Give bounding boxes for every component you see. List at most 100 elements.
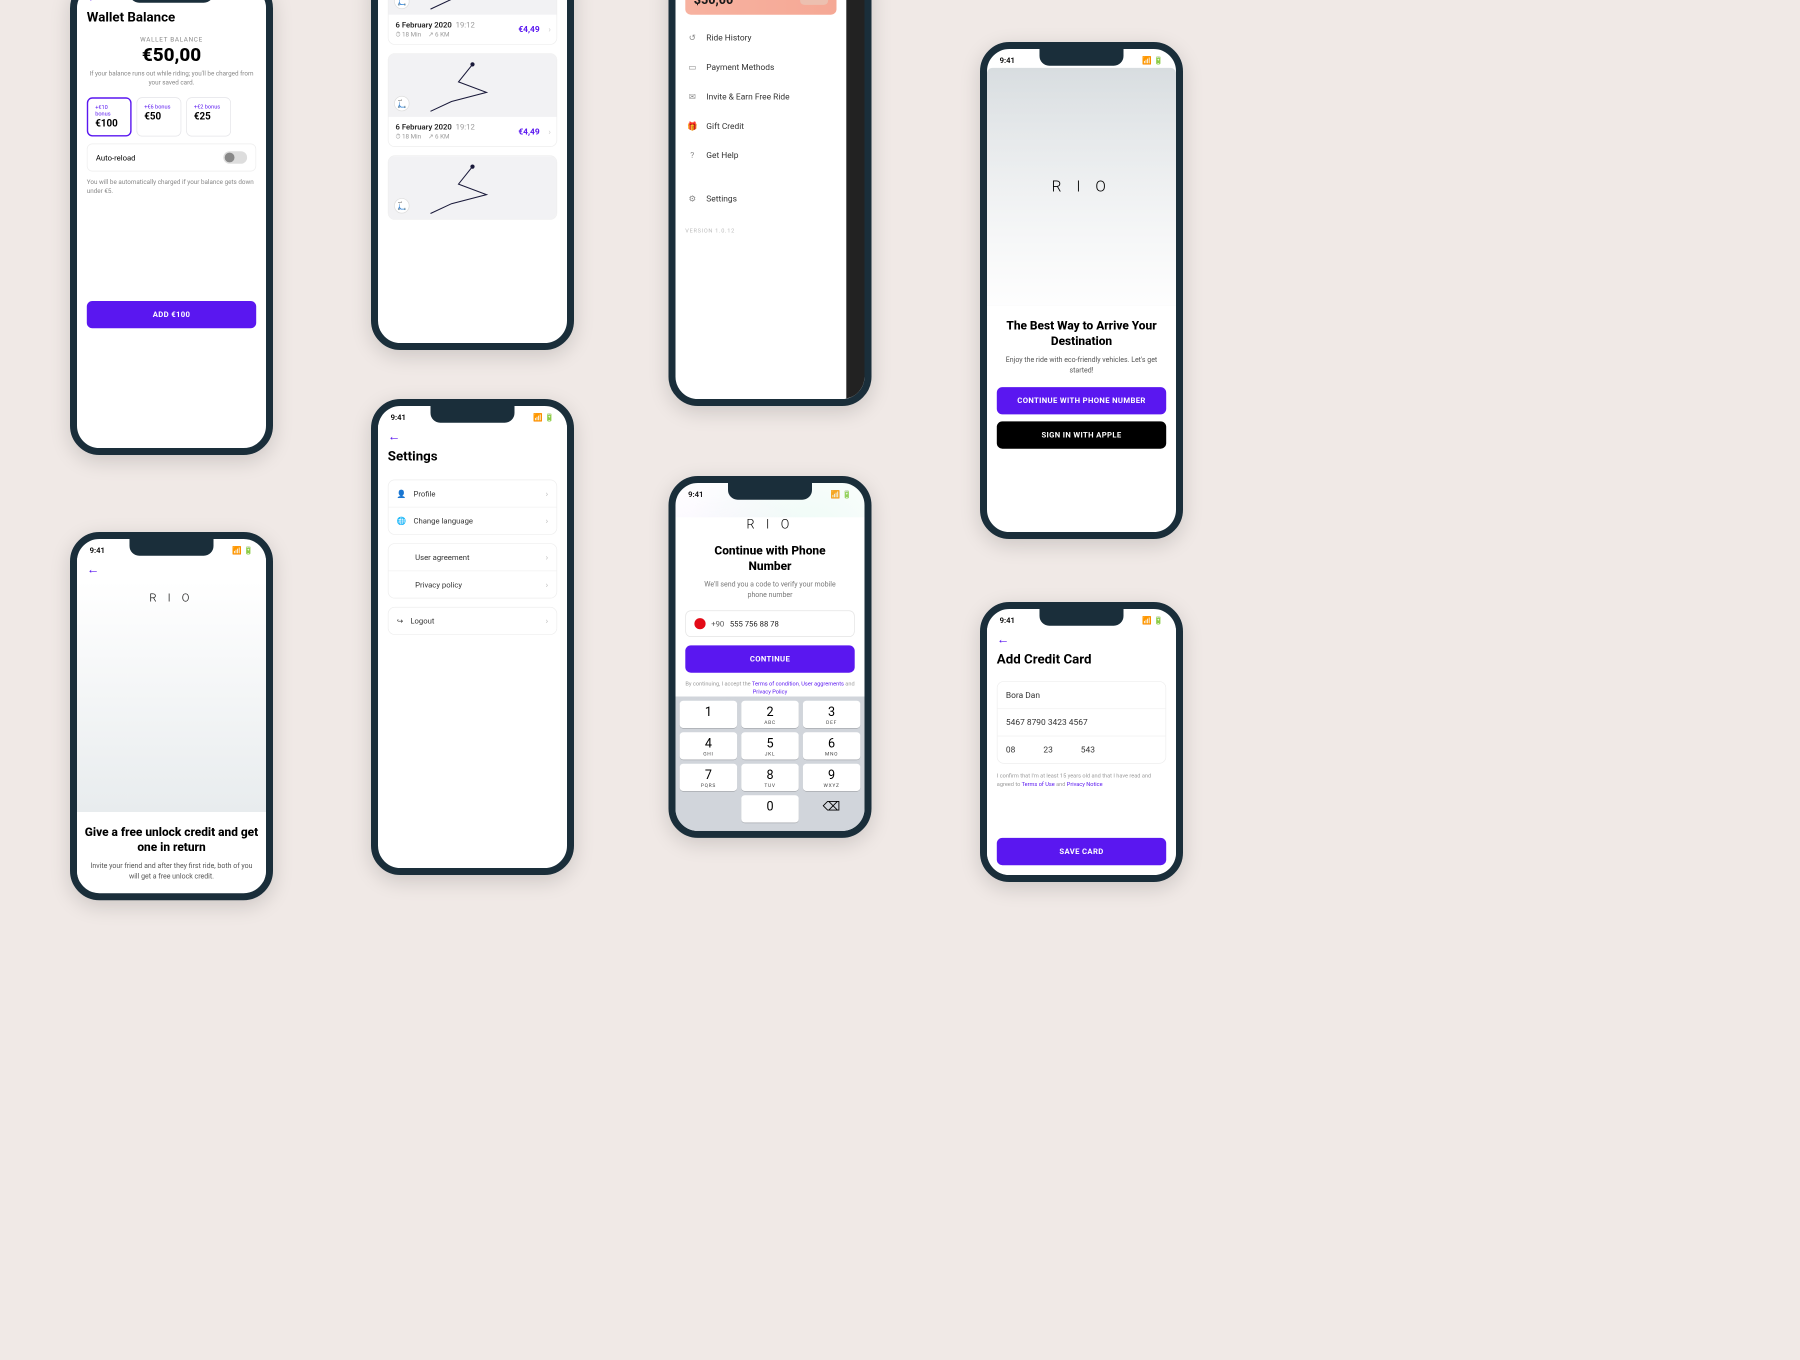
balance-note: If your balance runs out while riding; y… bbox=[87, 70, 256, 88]
menu-help[interactable]: ?Get Help bbox=[685, 140, 836, 169]
history-icon: ↺ bbox=[687, 32, 698, 43]
continue-button[interactable]: CONTINUE bbox=[685, 646, 854, 673]
page-title: Settings bbox=[388, 448, 557, 464]
card-month-field[interactable]: 08 bbox=[1006, 745, 1015, 755]
settings-profile[interactable]: 👤Profile› bbox=[389, 480, 557, 507]
sign-in-apple-button[interactable]: SIGN IN WITH APPLE bbox=[997, 422, 1166, 449]
settings-language[interactable]: 🌐Change language› bbox=[389, 507, 557, 534]
chevron-right-icon: › bbox=[546, 516, 549, 526]
key-4[interactable]: 4GHI bbox=[680, 732, 737, 759]
menu-ride-history[interactable]: ↺Ride History bbox=[685, 23, 836, 52]
auto-reload-toggle[interactable] bbox=[223, 151, 247, 164]
key-3[interactable]: 3DEF bbox=[803, 701, 860, 728]
card-confirm-text: I confirm that I'm at least 15 years old… bbox=[997, 772, 1166, 789]
logout-icon: ↪ bbox=[397, 616, 403, 625]
invite-sub: Invite your friend and after they first … bbox=[87, 861, 256, 882]
card-cvv-field[interactable]: 543 bbox=[1081, 745, 1095, 755]
privacy-link[interactable]: Privacy Notice bbox=[1067, 781, 1103, 787]
onboard-title: The Best Way to Arrive Your Destination bbox=[994, 319, 1169, 350]
card-form: Bora Dan 5467 8790 3423 4567 08 23 543 bbox=[997, 681, 1166, 764]
terms-text: By continuing, I accept the Terms of con… bbox=[685, 680, 854, 697]
settings-screen: 9:41📶 🔋 ← Settings 👤Profile› 🌐Change lan… bbox=[371, 399, 574, 875]
phone-input[interactable]: +90 555 756 88 78 bbox=[685, 611, 854, 638]
card-name-field[interactable]: Bora Dan bbox=[998, 682, 1166, 709]
add-credit-button[interactable]: ADD bbox=[800, 0, 828, 5]
numeric-keypad: 1 2ABC 3DEF 4GHI 5JKL 6MNO 7PQRS 8TUV 9W… bbox=[676, 697, 865, 831]
logo: R I O bbox=[685, 517, 854, 532]
key-6[interactable]: 6MNO bbox=[803, 732, 860, 759]
ride-history-screen: 🛴 6 February 2020 19:12 ⏱ 18 Min↗ 6 KM €… bbox=[371, 0, 574, 350]
scooter-icon: 🛴 bbox=[394, 198, 409, 213]
chevron-right-icon: › bbox=[546, 580, 549, 590]
menu-gift[interactable]: 🎁Gift Credit bbox=[685, 111, 836, 140]
key-8[interactable]: 8TUV bbox=[741, 764, 798, 791]
onboarding-screen: 9:41📶 🔋 R I O The Best Way to Arrive You… bbox=[980, 42, 1183, 539]
card-number-field[interactable]: 5467 8790 3423 4567 bbox=[998, 709, 1166, 736]
logo: R I O bbox=[149, 591, 193, 604]
key-1[interactable]: 1 bbox=[680, 701, 737, 728]
help-icon: ? bbox=[687, 150, 698, 161]
auto-reload-label: Auto-reload bbox=[96, 153, 136, 162]
key-7[interactable]: 7PQRS bbox=[680, 764, 737, 791]
invite-title: Give a free unlock credit and get one in… bbox=[84, 825, 259, 856]
flag-icon bbox=[694, 618, 705, 629]
chevron-right-icon: › bbox=[548, 25, 551, 35]
continue-phone-button[interactable]: CONTINUE WITH PHONE NUMBER bbox=[997, 387, 1166, 414]
ride-card[interactable]: 🛴 6 February 2020 19:12 ⏱ 18 Min↗ 6 KM €… bbox=[388, 0, 557, 45]
invite-screen: 9:41📶 🔋 ← R I O Give a free unlock credi… bbox=[70, 532, 273, 900]
key-0[interactable]: 0 bbox=[741, 795, 798, 822]
balance-label: WALLET BALANCE bbox=[87, 36, 256, 43]
agreement-link[interactable]: User aggrements bbox=[801, 681, 844, 687]
ride-card[interactable]: 🛴 6 February 2020 19:12 ⏱ 18 Min↗ 6 KM €… bbox=[388, 53, 557, 147]
menu-settings[interactable]: ⚙Settings bbox=[685, 184, 836, 213]
wallet-screen: ← Wallet Balance WALLET BALANCE €50,00 I… bbox=[70, 0, 273, 455]
back-button[interactable]: ← bbox=[997, 628, 1166, 651]
key-9[interactable]: 9WXYZ bbox=[803, 764, 860, 791]
key-5[interactable]: 5JKL bbox=[741, 732, 798, 759]
wallet-credit-card[interactable]: RIO WALLET CREDIT $50,00 ADD bbox=[685, 0, 836, 14]
onboard-sub: Enjoy the ride with eco-friendly vehicle… bbox=[997, 355, 1166, 376]
chevron-right-icon: › bbox=[546, 616, 549, 626]
chevron-right-icon: › bbox=[548, 127, 551, 137]
language-icon: 🌐 bbox=[397, 516, 407, 525]
menu-payment[interactable]: ▭Payment Methods bbox=[685, 52, 836, 81]
auto-reload-row: Auto-reload bbox=[87, 144, 256, 172]
phone-sub: We'll send you a code to verify your mob… bbox=[699, 580, 840, 601]
key-backspace[interactable]: ⌫ bbox=[803, 795, 860, 822]
phone-entry-screen: 9:41📶 🔋 R I O Continue with Phone Number… bbox=[669, 476, 872, 838]
logo: R I O bbox=[1052, 178, 1112, 196]
card-icon: ▭ bbox=[687, 61, 698, 72]
topup-option-50[interactable]: +€6 bonus €50 bbox=[137, 97, 182, 136]
terms-link[interactable]: Terms of Use bbox=[1022, 781, 1055, 787]
user-icon: 👤 bbox=[397, 489, 407, 498]
topup-options: +€10 bonus €100 +€6 bonus €50 +€2 bonus … bbox=[87, 97, 256, 136]
scooter-icon: 🛴 bbox=[394, 96, 409, 111]
ride-card[interactable]: 🛴 bbox=[388, 155, 557, 219]
phone-title: Continue with Phone Number bbox=[692, 543, 847, 574]
settings-agreement[interactable]: User agreement› bbox=[389, 544, 557, 571]
back-button[interactable]: ← bbox=[388, 425, 557, 448]
menu-invite[interactable]: ✉Invite & Earn Free Ride bbox=[685, 82, 836, 111]
card-year-field[interactable]: 23 bbox=[1043, 745, 1052, 755]
add-card-screen: 9:41📶 🔋 ← Add Credit Card Bora Dan 5467 … bbox=[980, 602, 1183, 882]
back-button[interactable]: ← bbox=[87, 558, 256, 581]
invite-icon: ✉ bbox=[687, 91, 698, 102]
gift-icon: 🎁 bbox=[687, 120, 698, 131]
key-2[interactable]: 2ABC bbox=[741, 701, 798, 728]
save-card-button[interactable]: SAVE CARD bbox=[997, 838, 1166, 865]
chevron-right-icon: › bbox=[546, 489, 549, 499]
settings-privacy[interactable]: Privacy policy› bbox=[389, 571, 557, 598]
terms-link[interactable]: Terms of condition bbox=[752, 681, 799, 687]
page-title: Add Credit Card bbox=[997, 651, 1166, 667]
menu-drawer: Do you wanna ride today? RIO WALLET CRED… bbox=[669, 0, 872, 406]
privacy-link[interactable]: Privacy Policy bbox=[753, 689, 787, 695]
topup-option-25[interactable]: +€2 bonus €25 bbox=[186, 97, 231, 136]
chevron-right-icon: › bbox=[546, 552, 549, 562]
balance-amount: €50,00 bbox=[87, 43, 256, 65]
add-balance-button[interactable]: ADD €100 bbox=[87, 301, 256, 328]
page-title: Wallet Balance bbox=[87, 9, 256, 25]
topup-option-100[interactable]: +€10 bonus €100 bbox=[87, 97, 132, 136]
settings-logout[interactable]: ↪Logout› bbox=[389, 608, 557, 635]
gear-icon: ⚙ bbox=[687, 193, 698, 204]
auto-reload-note: You will be automatically charged if you… bbox=[87, 179, 256, 197]
